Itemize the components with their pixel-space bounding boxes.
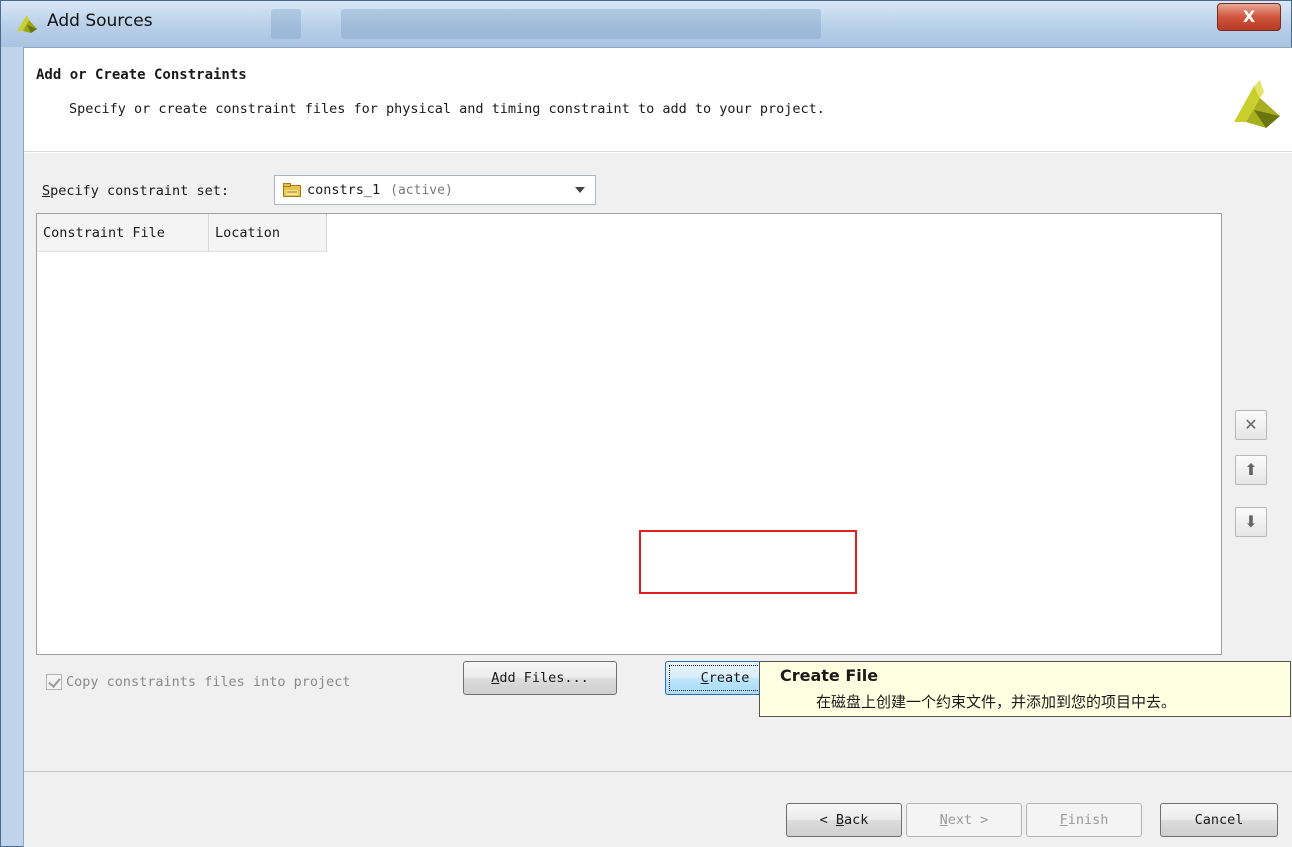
move-up-button[interactable]: ⬆ — [1235, 455, 1267, 485]
background-window-ghost — [341, 9, 821, 39]
constraint-set-status: (active) — [390, 182, 453, 198]
background-window-ghost — [271, 9, 301, 39]
table-header: Constraint File Location — [37, 214, 327, 252]
copy-constraints-checkbox[interactable] — [46, 674, 62, 690]
add-sources-window: Add Sources X Add or Create Constraints … — [0, 0, 1292, 847]
folder-icon — [283, 183, 301, 197]
column-header-constraint-file[interactable]: Constraint File — [37, 214, 209, 252]
close-icon: ✕ — [1244, 415, 1258, 434]
constraint-set-dropdown[interactable]: constrs_1 (active) — [274, 175, 596, 205]
move-down-button[interactable]: ⬇ — [1235, 507, 1267, 537]
tooltip-title: Create File — [780, 666, 879, 685]
close-button[interactable]: X — [1217, 3, 1281, 31]
dialog-content: Add or Create Constraints Specify or cre… — [23, 47, 1292, 847]
title-bar[interactable]: Add Sources X — [1, 1, 1291, 47]
create-file-tooltip: Create File 在磁盘上创建一个约束文件，并添加到您的项目中去。 — [759, 661, 1291, 717]
wizard-header: Add or Create Constraints Specify or cre… — [24, 48, 1292, 152]
remove-file-button[interactable]: ✕ — [1235, 410, 1267, 440]
page-description: Specify or create constraint files for p… — [69, 101, 825, 117]
finish-button[interactable]: Finish — [1026, 803, 1142, 837]
wizard-footer: < Back Next > Finish Cancel — [24, 771, 1292, 847]
add-files-button[interactable]: Add Files... — [463, 661, 617, 695]
column-header-location[interactable]: Location — [209, 214, 327, 252]
copy-constraints-option[interactable]: Copy constraints files into project — [46, 674, 350, 690]
page-title: Add or Create Constraints — [36, 67, 247, 83]
copy-constraints-label: Copy constraints files into project — [66, 674, 351, 690]
tooltip-text: 在磁盘上创建一个约束文件，并添加到您的项目中去。 — [816, 693, 1177, 711]
vivado-logo-icon — [1234, 80, 1280, 128]
constraint-files-table[interactable]: Constraint File Location — [36, 213, 1222, 655]
next-button[interactable]: Next > — [906, 803, 1022, 837]
window-title: Add Sources — [47, 11, 153, 31]
annotation-highlight-box — [639, 530, 857, 594]
chevron-down-icon[interactable] — [575, 187, 585, 193]
arrow-up-icon: ⬆ — [1244, 460, 1258, 479]
back-button[interactable]: < Back — [786, 803, 902, 837]
arrow-down-icon: ⬇ — [1244, 512, 1258, 531]
cancel-button[interactable]: Cancel — [1160, 803, 1278, 837]
vivado-app-icon — [17, 15, 37, 33]
constraint-set-value: constrs_1 — [307, 182, 381, 198]
constraint-set-label: Specify constraint set: — [42, 183, 229, 199]
